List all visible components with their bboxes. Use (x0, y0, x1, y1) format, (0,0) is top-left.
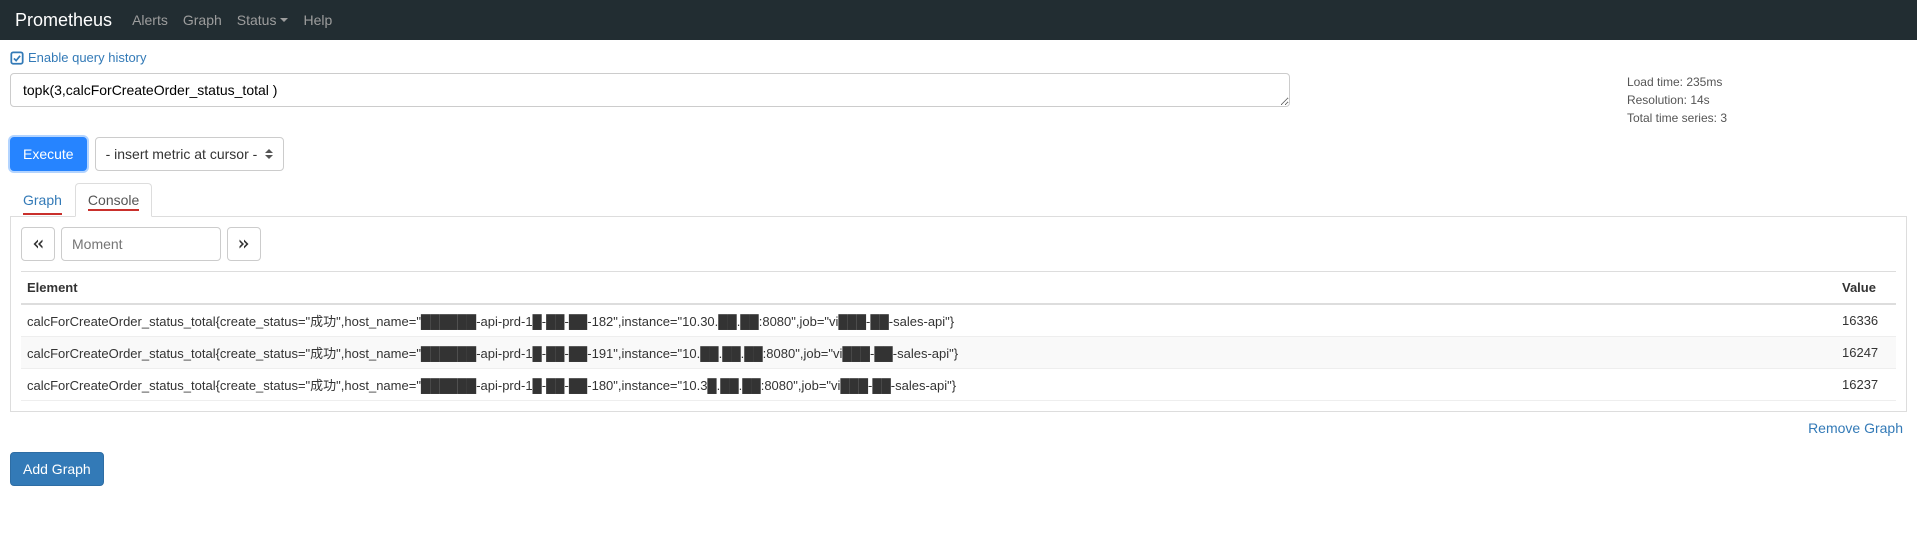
tab-underline (88, 209, 139, 211)
table-row: calcForCreateOrder_status_total{create_s… (21, 369, 1896, 401)
execute-button[interactable]: Execute (10, 137, 87, 171)
cell-element: calcForCreateOrder_status_total{create_s… (21, 337, 1836, 369)
double-chevron-left-icon (32, 238, 44, 250)
tabs: Graph Console (10, 183, 1907, 217)
console-panel: Element Value calcForCreateOrder_status_… (10, 217, 1907, 412)
nav-help[interactable]: Help (303, 12, 332, 28)
enable-query-history-label: Enable query history (28, 50, 147, 65)
metric-select-label: - insert metric at cursor - (106, 144, 258, 164)
add-graph-button[interactable]: Add Graph (10, 452, 104, 486)
brand-link[interactable]: Prometheus (15, 10, 112, 31)
tab-console-label: Console (88, 192, 139, 208)
cell-value: 16336 (1836, 304, 1896, 337)
moment-input[interactable] (61, 227, 221, 261)
col-value: Value (1836, 272, 1896, 305)
nav-graph[interactable]: Graph (183, 12, 222, 28)
checkbox-bold-icon (10, 51, 24, 65)
result-table: Element Value calcForCreateOrder_status_… (21, 271, 1896, 401)
table-row: calcForCreateOrder_status_total{create_s… (21, 337, 1896, 369)
nav-alerts[interactable]: Alerts (132, 12, 168, 28)
main-container: Enable query history topk(3,calcForCreat… (0, 40, 1917, 496)
navbar: Prometheus Alerts Graph Status Help (0, 0, 1917, 40)
tab-graph[interactable]: Graph (10, 183, 75, 217)
cell-value: 16237 (1836, 369, 1896, 401)
controls-row: Execute - insert metric at cursor - (10, 137, 1907, 171)
cell-value: 16247 (1836, 337, 1896, 369)
nav-status[interactable]: Status (237, 12, 289, 28)
tab-graph-label: Graph (23, 192, 62, 208)
moment-row (21, 227, 1896, 261)
query-row: topk(3,calcForCreateOrder_status_total )… (10, 73, 1907, 127)
stat-load-time: Load time: 235ms (1627, 73, 1727, 91)
remove-graph-link[interactable]: Remove Graph (1808, 420, 1903, 436)
cell-element: calcForCreateOrder_status_total{create_s… (21, 369, 1836, 401)
select-caret-icon (265, 149, 273, 159)
nav-status-label: Status (237, 12, 277, 28)
moment-next-button[interactable] (227, 227, 261, 261)
expression-input[interactable]: topk(3,calcForCreateOrder_status_total ) (10, 73, 1290, 107)
tab-console[interactable]: Console (75, 183, 152, 217)
table-row: calcForCreateOrder_status_total{create_s… (21, 304, 1896, 337)
moment-prev-button[interactable] (21, 227, 55, 261)
stat-resolution: Resolution: 14s (1627, 91, 1727, 109)
tab-underline (23, 213, 62, 215)
metric-select[interactable]: - insert metric at cursor - (95, 137, 285, 171)
cell-element: calcForCreateOrder_status_total{create_s… (21, 304, 1836, 337)
caret-down-icon (280, 18, 288, 22)
enable-query-history-toggle[interactable]: Enable query history (10, 50, 147, 65)
double-chevron-right-icon (238, 238, 250, 250)
col-element: Element (21, 272, 1836, 305)
table-header-row: Element Value (21, 272, 1896, 305)
stat-total-series: Total time series: 3 (1627, 109, 1727, 127)
query-stats: Load time: 235ms Resolution: 14s Total t… (1627, 73, 1907, 127)
